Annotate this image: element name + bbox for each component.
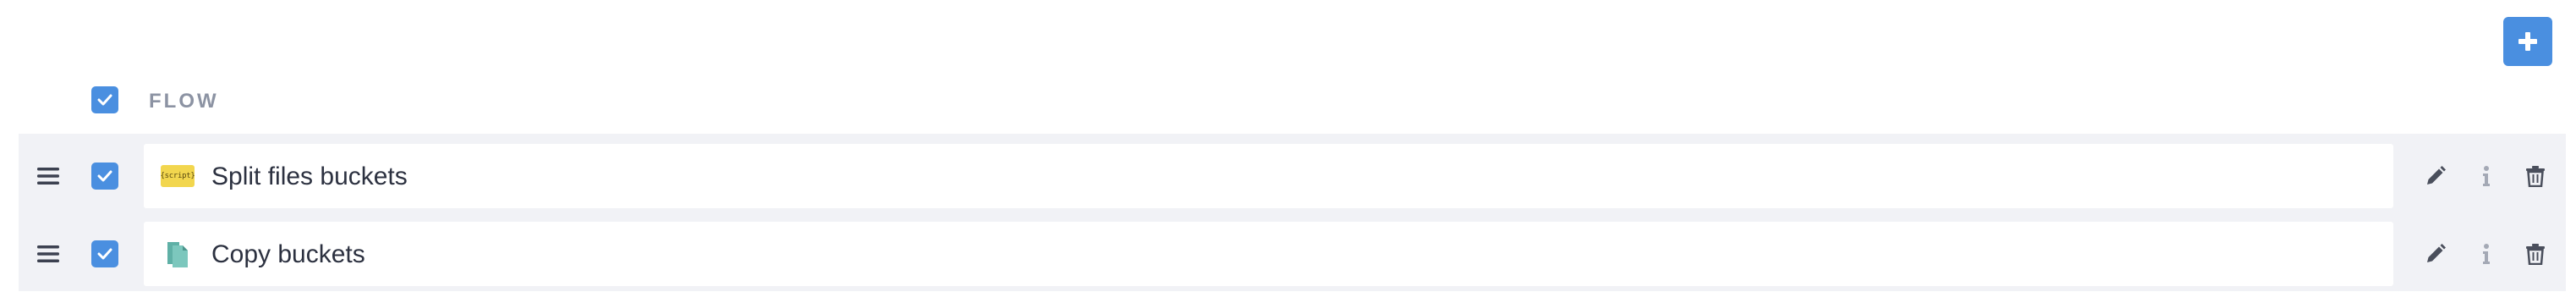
pencil-icon (2427, 166, 2446, 185)
edit-button[interactable] (2424, 242, 2447, 266)
pencil-icon (2427, 244, 2446, 262)
script-icon: {script} (161, 161, 195, 191)
task-name: Split files buckets (211, 163, 408, 190)
check-icon (97, 248, 112, 260)
delete-button[interactable] (2524, 164, 2547, 188)
plus-icon (2518, 32, 2537, 51)
flow-tasks-panel: FLOW {script} Split files buckets Copy b… (0, 0, 2576, 303)
task-name-cell[interactable]: Copy buckets (144, 222, 2393, 286)
info-icon (2483, 166, 2490, 186)
row-checkbox[interactable] (91, 163, 118, 190)
drag-handle-icon[interactable] (37, 244, 59, 264)
task-name-cell[interactable]: {script} Split files buckets (144, 144, 2393, 208)
task-name: Copy buckets (211, 240, 365, 268)
check-icon (97, 170, 112, 182)
select-all-checkbox[interactable] (91, 86, 118, 113)
delete-button[interactable] (2524, 242, 2547, 266)
info-icon (2483, 244, 2490, 264)
trash-icon (2526, 166, 2545, 187)
drag-handle-icon[interactable] (37, 166, 59, 186)
trash-icon (2526, 244, 2545, 265)
table-row: Copy buckets (19, 222, 2566, 286)
task-list: {script} Split files buckets Copy bucket… (19, 134, 2566, 291)
table-header: FLOW (0, 81, 2576, 118)
row-checkbox[interactable] (91, 240, 118, 267)
table-row: {script} Split files buckets (19, 144, 2566, 208)
info-button[interactable] (2475, 242, 2498, 266)
info-button[interactable] (2475, 164, 2498, 188)
column-header-flow: FLOW (149, 90, 219, 113)
add-task-button[interactable] (2503, 17, 2552, 66)
copy-files-icon (161, 239, 195, 269)
check-icon (97, 94, 112, 106)
edit-button[interactable] (2424, 164, 2447, 188)
